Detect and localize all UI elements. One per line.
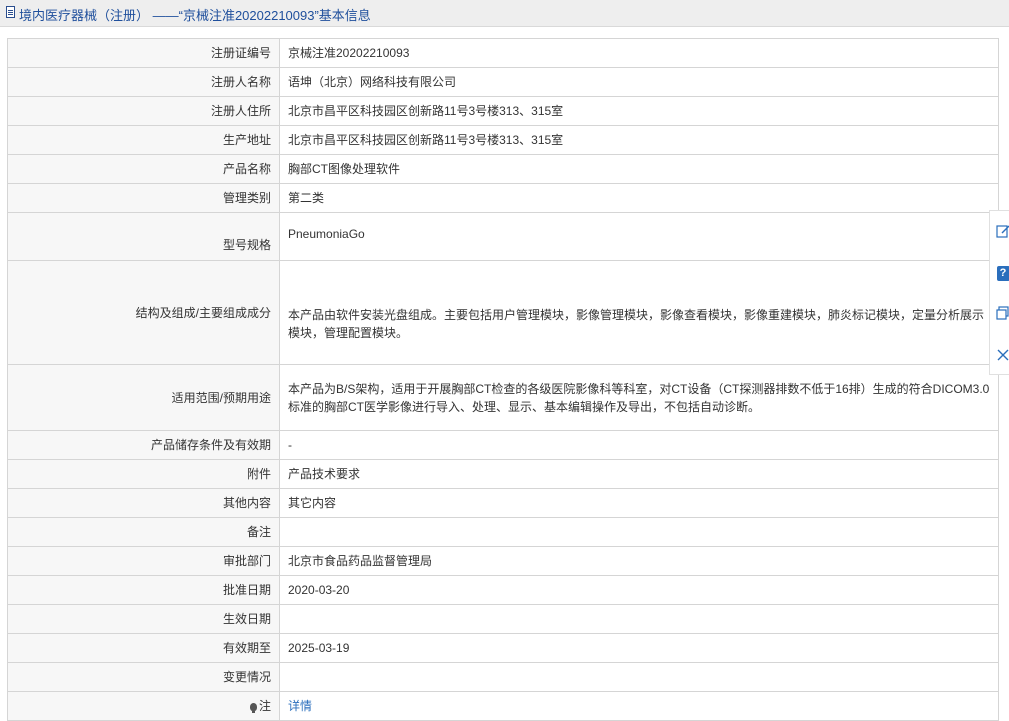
table-row: 注 详情 xyxy=(7,691,999,721)
row-label: 注 xyxy=(258,699,271,713)
question-icon: ? xyxy=(996,266,1009,281)
row-value: 京械注准20202210093 xyxy=(279,38,999,68)
row-value: 2025-03-19 xyxy=(279,633,999,663)
close-button[interactable] xyxy=(990,335,1009,375)
table-row: 审批部门 北京市食品药品监督管理局 xyxy=(7,546,999,576)
table-row: 附件 产品技术要求 xyxy=(7,459,999,489)
row-label: 有效期至 xyxy=(7,633,280,663)
row-value: 胸部CT图像处理软件 xyxy=(279,154,999,184)
table-row: 批准日期 2020-03-20 xyxy=(7,575,999,605)
row-value: - xyxy=(279,430,999,460)
lightbulb-icon xyxy=(249,703,257,713)
row-value: 其它内容 xyxy=(279,488,999,518)
row-value: 北京市食品药品监督管理局 xyxy=(279,546,999,576)
row-label: 产品名称 xyxy=(7,154,280,184)
edit-icon xyxy=(996,225,1009,238)
row-value: 本产品由软件安装光盘组成。主要包括用户管理模块，影像管理模块，影像查看模块，影像… xyxy=(279,260,999,365)
copy-icon xyxy=(996,306,1009,320)
row-label: 附件 xyxy=(7,459,280,489)
row-value xyxy=(279,604,999,634)
row-label: 生产地址 xyxy=(7,125,280,155)
row-value xyxy=(279,662,999,692)
row-label: 审批部门 xyxy=(7,546,280,576)
row-label: 管理类别 xyxy=(7,183,280,213)
help-button[interactable]: ? xyxy=(990,251,1009,291)
row-label: 注册人住所 xyxy=(7,96,280,126)
table-row: 变更情况 xyxy=(7,662,999,692)
table-row: 其他内容 其它内容 xyxy=(7,488,999,518)
page-header: 境内医疗器械（注册） ——“京械注准20202210093”基本信息 xyxy=(0,0,1009,27)
table-row: 结构及组成/主要组成成分 本产品由软件安装光盘组成。主要包括用户管理模块，影像管… xyxy=(7,260,999,365)
table-row: 有效期至 2025-03-19 xyxy=(7,633,999,663)
row-label: 适用范围/预期用途 xyxy=(7,364,280,431)
row-label: 型号规格 xyxy=(7,212,280,261)
copy-button[interactable] xyxy=(990,293,1009,333)
row-label: 生效日期 xyxy=(7,604,280,634)
row-label: 注册证编号 xyxy=(7,38,280,68)
edit-button[interactable] xyxy=(990,211,1009,251)
page-title: 境内医疗器械（注册） ——“京械注准20202210093”基本信息 xyxy=(19,8,371,23)
details-link[interactable]: 详情 xyxy=(288,699,312,713)
table-row: 管理类别 第二类 xyxy=(7,183,999,213)
row-label: 备注 xyxy=(7,517,280,547)
row-value xyxy=(279,517,999,547)
row-value: 语坤（北京）网络科技有限公司 xyxy=(279,67,999,97)
row-label: 批准日期 xyxy=(7,575,280,605)
table-row: 适用范围/预期用途 本产品为B/S架构，适用于开展胸部CT检查的各级医院影像科等… xyxy=(7,364,999,431)
row-label: 结构及组成/主要组成成分 xyxy=(7,260,280,365)
document-icon xyxy=(6,6,15,18)
device-info-table: 注册证编号 京械注准20202210093 注册人名称 语坤（北京）网络科技有限… xyxy=(7,38,999,721)
table-row: 生产地址 北京市昌平区科技园区创新路11号3号楼313、315室 xyxy=(7,125,999,155)
close-icon xyxy=(997,349,1009,361)
row-value: 北京市昌平区科技园区创新路11号3号楼313、315室 xyxy=(279,125,999,155)
row-label: 其他内容 xyxy=(7,488,280,518)
row-value: 北京市昌平区科技园区创新路11号3号楼313、315室 xyxy=(279,96,999,126)
table-row: 注册人住所 北京市昌平区科技园区创新路11号3号楼313、315室 xyxy=(7,96,999,126)
row-value: PneumoniaGo xyxy=(279,212,999,261)
table-row: 注册人名称 语坤（北京）网络科技有限公司 xyxy=(7,67,999,97)
table-row: 产品储存条件及有效期 - xyxy=(7,430,999,460)
note-label: 注 xyxy=(7,691,280,721)
side-toolbar: ? xyxy=(989,210,1009,375)
row-label: 产品储存条件及有效期 xyxy=(7,430,280,460)
table-row: 注册证编号 京械注准20202210093 xyxy=(7,38,999,68)
row-value: 第二类 xyxy=(279,183,999,213)
table-row: 备注 xyxy=(7,517,999,547)
table-row: 型号规格 PneumoniaGo xyxy=(7,212,999,261)
row-value: 详情 xyxy=(279,691,999,721)
row-label: 注册人名称 xyxy=(7,67,280,97)
row-value: 本产品为B/S架构，适用于开展胸部CT检查的各级医院影像科等科室，对CT设备（C… xyxy=(279,364,999,431)
row-label: 变更情况 xyxy=(7,662,280,692)
table-row: 产品名称 胸部CT图像处理软件 xyxy=(7,154,999,184)
row-value: 产品技术要求 xyxy=(279,459,999,489)
row-value: 2020-03-20 xyxy=(279,575,999,605)
table-row: 生效日期 xyxy=(7,604,999,634)
